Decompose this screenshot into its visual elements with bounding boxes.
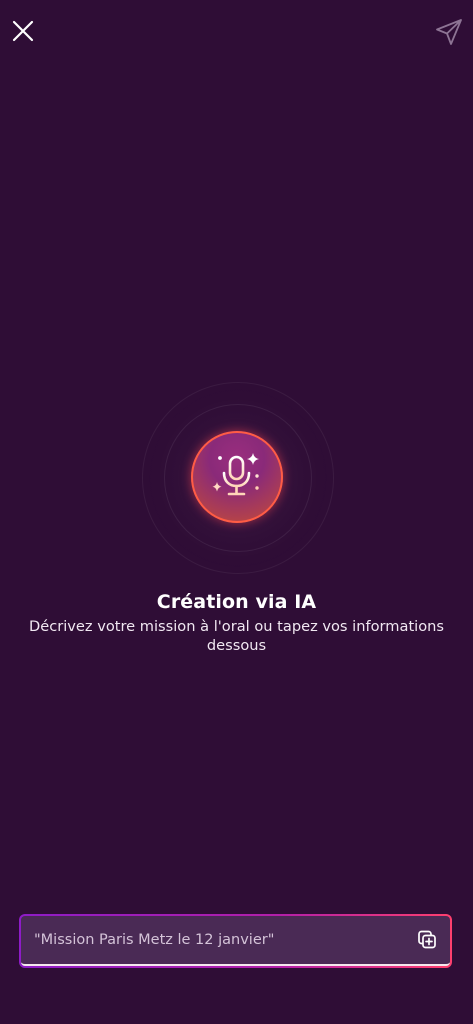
- page-title: Création via IA: [156, 591, 317, 613]
- ai-creation-screen: Création via IA Décrivez votre mission à…: [0, 0, 473, 1024]
- prompt-field-inner: [21, 916, 450, 966]
- ai-microphone-sparkle-icon: [212, 453, 259, 496]
- close-button[interactable]: [8, 16, 38, 46]
- send-icon: [436, 19, 462, 45]
- close-icon: [12, 20, 34, 42]
- page-subtitle: Décrivez votre mission à l'oral ou tapez…: [28, 618, 445, 654]
- paste-button[interactable]: [414, 927, 440, 953]
- prompt-field-container: [19, 914, 452, 968]
- prompt-input[interactable]: [34, 932, 414, 948]
- microphone-button[interactable]: [191, 431, 283, 523]
- send-button[interactable]: [431, 14, 467, 50]
- voice-input-area: [142, 382, 334, 574]
- paste-icon: [418, 930, 436, 949]
